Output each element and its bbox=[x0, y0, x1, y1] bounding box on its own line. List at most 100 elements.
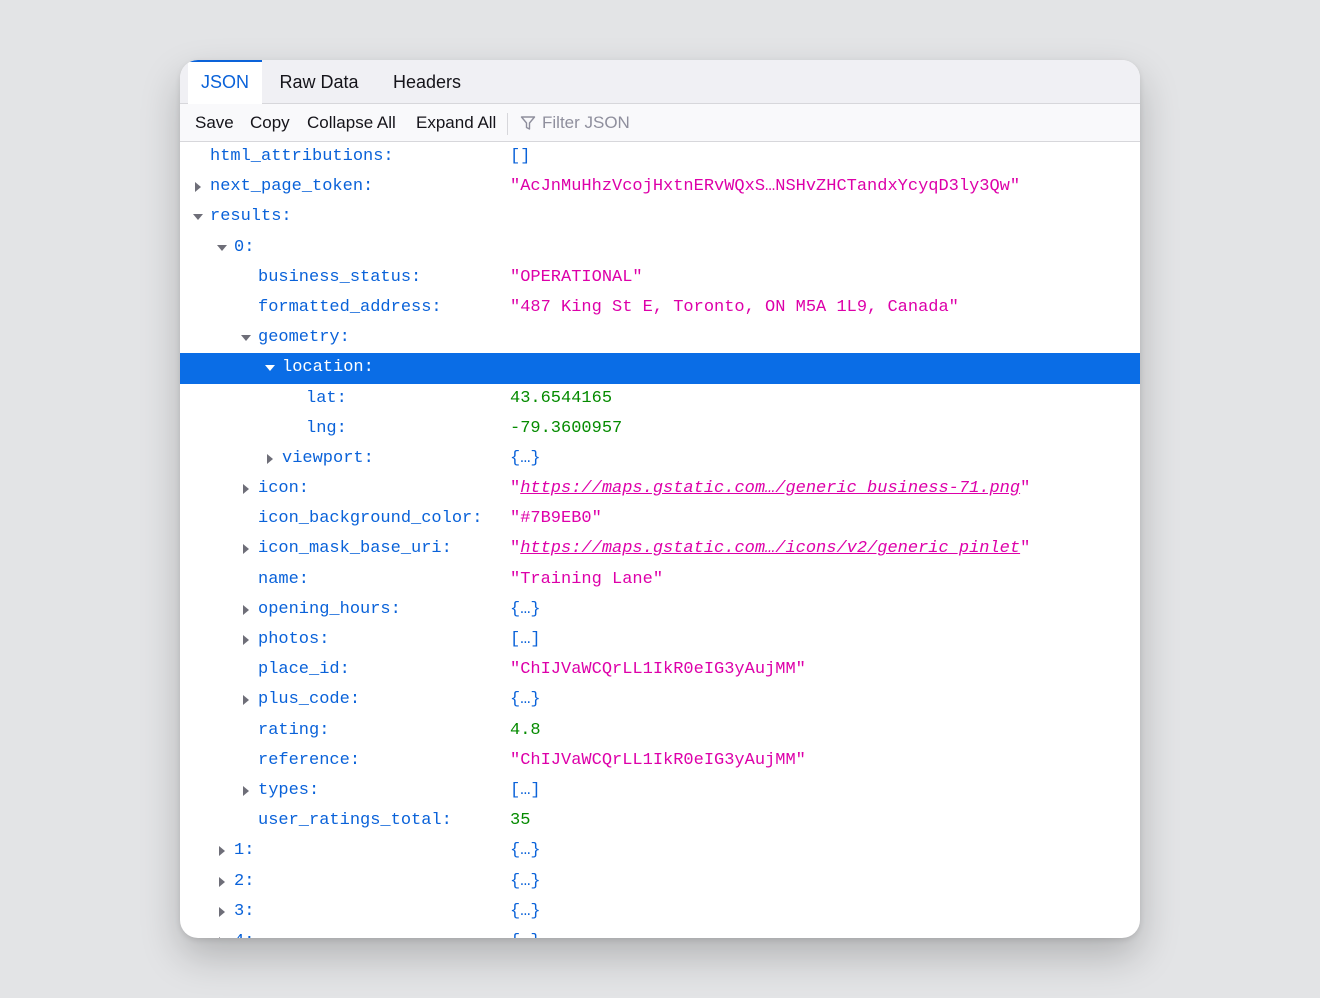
tree-row[interactable]: 3: {…} bbox=[180, 897, 1140, 927]
json-key: html_attributions: bbox=[210, 147, 394, 166]
tree-row[interactable]: 0: bbox=[180, 233, 1140, 263]
filter-json-input[interactable] bbox=[542, 113, 802, 133]
tab-json[interactable]: JSON bbox=[188, 60, 262, 104]
json-key: 2: bbox=[234, 871, 255, 891]
json-key: icon_background_color: bbox=[258, 509, 483, 529]
json-key: 0: bbox=[234, 237, 255, 257]
json-value: {…} bbox=[510, 901, 541, 921]
json-value[interactable]: "https://maps.gstatic.com…/generic_busin… bbox=[510, 474, 1030, 504]
json-key: next_page_token: bbox=[210, 177, 374, 197]
json-value-link[interactable]: https://maps.gstatic.com…/generic_busine… bbox=[520, 479, 1020, 498]
toolbar-divider bbox=[507, 113, 508, 135]
tree-row[interactable]: rating: 4.8 bbox=[180, 716, 1140, 746]
filter-icon bbox=[520, 116, 536, 130]
tree-row[interactable]: business_status: "OPERATIONAL" bbox=[180, 263, 1140, 293]
tree-row[interactable]: reference: "ChIJVaWCQrLL1IkR0eIG3yAujMM" bbox=[180, 746, 1140, 776]
json-key: place_id: bbox=[258, 660, 350, 680]
tree-row[interactable]: lng: -79.3600957 bbox=[180, 414, 1140, 444]
json-key: 1: bbox=[234, 841, 255, 861]
save-button[interactable]: Save bbox=[195, 104, 234, 142]
json-value: "AcJnMuHhzVcojHxtnERvWQxS…NSHvZHCTandxYc… bbox=[510, 177, 1021, 197]
tree-row[interactable]: geometry: bbox=[180, 323, 1140, 353]
json-value: 35 bbox=[510, 811, 531, 831]
json-value[interactable]: "https://maps.gstatic.com…/icons/v2/gene… bbox=[510, 534, 1030, 564]
collapsed-twisty-icon[interactable] bbox=[240, 785, 252, 797]
collapsed-twisty-icon[interactable] bbox=[216, 906, 228, 918]
expanded-twisty-icon[interactable] bbox=[216, 242, 228, 254]
tree-row[interactable]: formatted_address: "487 King St E, Toront… bbox=[180, 293, 1140, 323]
collapsed-twisty-icon[interactable] bbox=[192, 181, 204, 193]
json-key: plus_code: bbox=[258, 690, 361, 710]
json-value: […] bbox=[510, 780, 541, 800]
tree-row[interactable]: results: bbox=[180, 202, 1140, 232]
json-value: "#7B9EB0" bbox=[510, 509, 602, 529]
collapsed-twisty-icon[interactable] bbox=[240, 694, 252, 706]
tree-row[interactable]: html_attributions: [] bbox=[180, 142, 1140, 172]
json-value: [] bbox=[510, 147, 531, 166]
collapsed-twisty-icon[interactable] bbox=[216, 876, 228, 888]
expanded-twisty-icon[interactable] bbox=[240, 332, 252, 344]
json-key: 3: bbox=[234, 901, 255, 921]
tree-row[interactable]: types: […] bbox=[180, 776, 1140, 806]
json-value: {…} bbox=[510, 599, 541, 619]
collapsed-twisty-icon[interactable] bbox=[240, 483, 252, 495]
tree-row[interactable]: user_ratings_total: 35 bbox=[180, 806, 1140, 836]
json-value: {…} bbox=[510, 871, 541, 891]
tree-row[interactable]: viewport: {…} bbox=[180, 444, 1140, 474]
tree-row[interactable]: plus_code: {…} bbox=[180, 685, 1140, 715]
tree-row[interactable]: icon_mask_base_uri: "https://maps.gstatic… bbox=[180, 534, 1140, 564]
collapsed-twisty-icon[interactable] bbox=[240, 543, 252, 555]
json-key: name: bbox=[258, 569, 310, 589]
json-value: {…} bbox=[510, 841, 541, 861]
json-tree: html_attributions: [] next_page_token: "AcJ… bbox=[180, 142, 1140, 938]
tree-row[interactable]: 1: {…} bbox=[180, 836, 1140, 866]
json-value: "ChIJVaWCQrLL1IkR0eIG3yAujMM" bbox=[510, 750, 806, 770]
json-value: […] bbox=[510, 630, 541, 649]
collapsed-twisty-icon[interactable] bbox=[216, 845, 228, 857]
copy-button[interactable]: Copy bbox=[250, 104, 290, 142]
json-key: business_status: bbox=[258, 267, 422, 287]
json-value: -79.3600957 bbox=[510, 418, 623, 438]
tree-row[interactable]: name: "Training Lane" bbox=[180, 565, 1140, 595]
json-key: formatted_address: bbox=[258, 297, 442, 317]
tree-row[interactable]: lat: 43.6544165 bbox=[180, 384, 1140, 414]
collapsed-twisty-icon[interactable] bbox=[240, 604, 252, 616]
json-key: icon: bbox=[258, 479, 310, 499]
tree-row[interactable]: icon_background_color: "#7B9EB0" bbox=[180, 504, 1140, 534]
tree-row[interactable]: next_page_token: "AcJnMuHhzVcojHxtnERvWQx… bbox=[180, 172, 1140, 202]
json-key: icon_mask_base_uri: bbox=[258, 539, 452, 559]
json-value: 43.6544165 bbox=[510, 388, 613, 408]
json-value: {…} bbox=[510, 690, 541, 710]
tree-row[interactable]: photos: […] bbox=[180, 625, 1140, 655]
json-value: "487 King St E, Toronto, ON M5A 1L9, Can… bbox=[510, 297, 959, 317]
json-value-link[interactable]: https://maps.gstatic.com…/icons/v2/gener… bbox=[520, 539, 1020, 558]
expanded-twisty-icon[interactable] bbox=[192, 211, 204, 223]
json-viewer-window: JSON Raw Data Headers Save Copy Collapse… bbox=[180, 60, 1140, 938]
filter-box bbox=[520, 108, 820, 138]
tree-row[interactable]: icon: "https://maps.gstatic.com…/generic_… bbox=[180, 474, 1140, 504]
collapsed-twisty-icon[interactable] bbox=[264, 453, 276, 465]
collapsed-twisty-icon[interactable] bbox=[240, 634, 252, 646]
tree-row[interactable]: opening_hours: {…} bbox=[180, 595, 1140, 625]
tree-row[interactable]: place_id: "ChIJVaWCQrLL1IkR0eIG3yAujMM" bbox=[180, 655, 1140, 685]
collapse-all-button[interactable]: Collapse All bbox=[307, 104, 396, 142]
tree-row[interactable]: 4: {…} bbox=[180, 927, 1140, 938]
json-key: opening_hours: bbox=[258, 599, 401, 619]
json-value: 4.8 bbox=[510, 720, 541, 740]
toolbar: Save Copy Collapse All Expand All bbox=[180, 104, 1140, 142]
json-value: {…} bbox=[510, 927, 541, 938]
expand-all-button[interactable]: Expand All bbox=[416, 104, 496, 142]
json-key: 4: bbox=[234, 927, 254, 938]
tab-headers[interactable]: Headers bbox=[384, 60, 470, 104]
tree-row[interactable]: 2: {…} bbox=[180, 867, 1140, 897]
json-key: rating: bbox=[258, 720, 330, 740]
json-key: results: bbox=[210, 207, 292, 227]
tab-raw-data[interactable]: Raw Data bbox=[272, 60, 366, 104]
tree-row[interactable]: location: bbox=[180, 353, 1140, 384]
expanded-twisty-icon[interactable] bbox=[264, 362, 276, 374]
collapsed-twisty-icon[interactable] bbox=[216, 936, 228, 938]
json-key: types: bbox=[258, 780, 320, 800]
json-key: lat: bbox=[306, 388, 347, 408]
json-key: geometry: bbox=[258, 328, 350, 348]
json-key: location: bbox=[282, 358, 374, 378]
